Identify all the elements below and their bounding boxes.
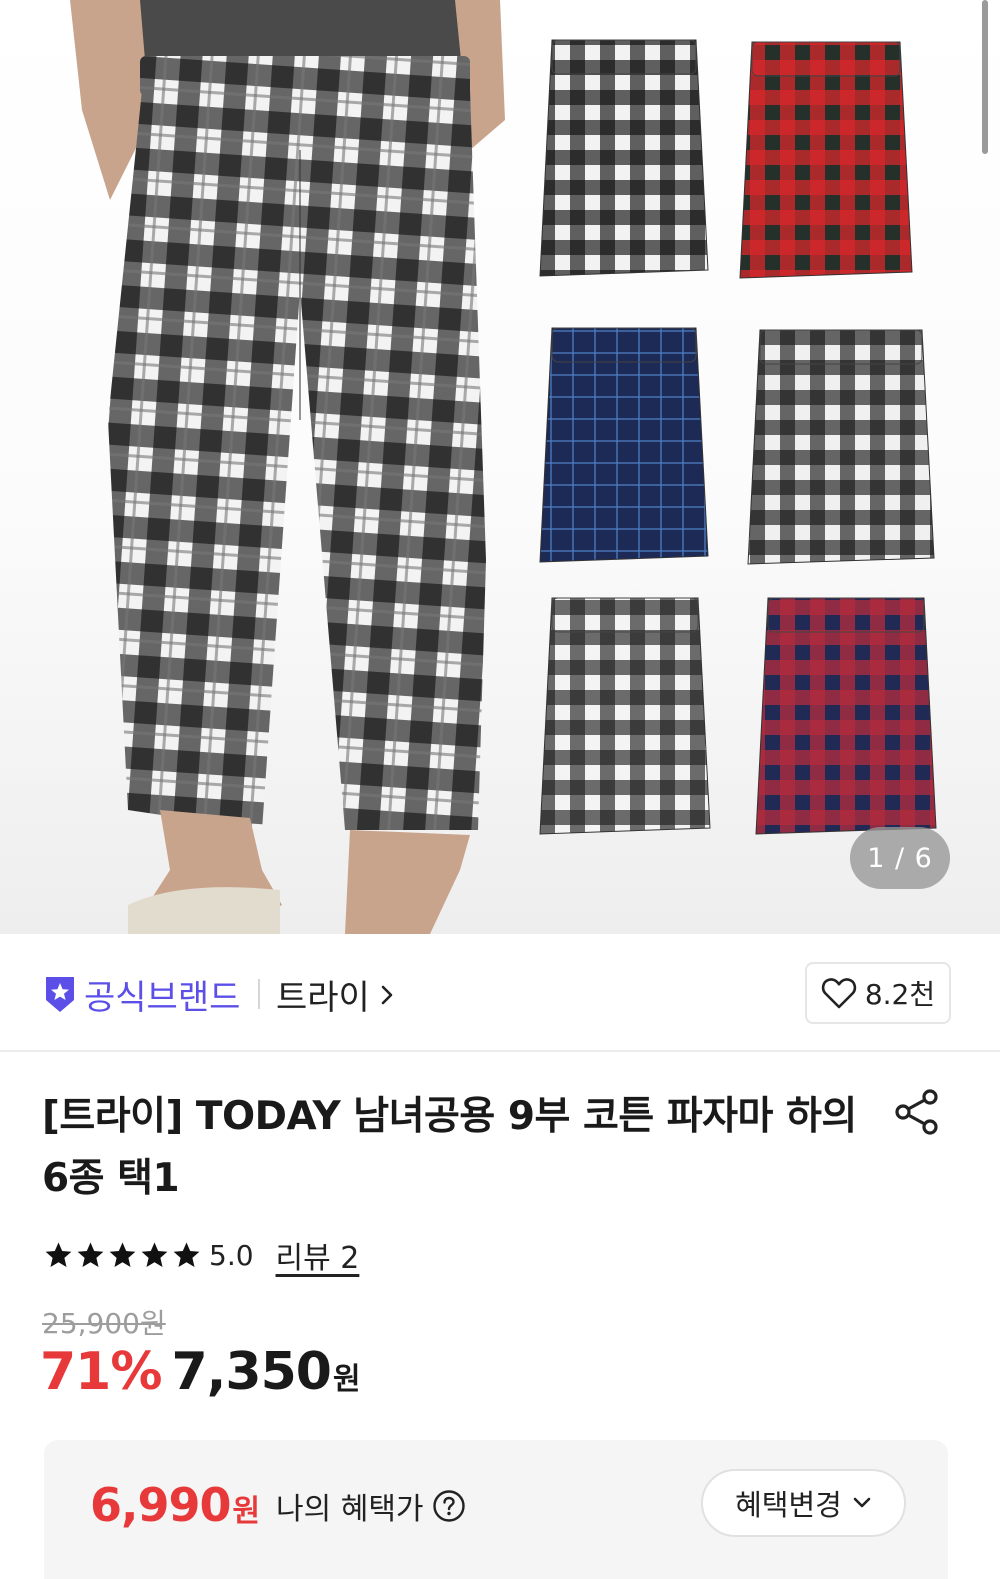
product-title: [트라이] TODAY 남녀공용 9부 코튼 파자마 하의 6종 택1 — [42, 1094, 857, 1201]
change-benefit-button[interactable]: 혜택변경 — [701, 1469, 906, 1537]
help-icon[interactable] — [432, 1489, 466, 1523]
review-count-link[interactable]: 리뷰 2 — [276, 1233, 360, 1277]
product-image-gallery[interactable]: 1 / 6 — [0, 0, 1000, 934]
star-icon — [173, 1242, 200, 1267]
chevron-right-icon — [381, 985, 393, 1004]
original-price: 25,900원 — [42, 1307, 166, 1340]
benefit-price-group: 6,990 원 — [90, 1478, 260, 1532]
currency-unit: 원 — [332, 1362, 361, 1397]
like-button[interactable]: 8.2천 — [805, 962, 951, 1024]
share-icon[interactable] — [893, 1088, 941, 1136]
rating-stars — [44, 1241, 201, 1270]
variant-thumbnail-grey-white-check — [539, 597, 711, 835]
star-icon — [109, 1242, 136, 1267]
variant-thumbnail-navy-red-tartan — [755, 597, 937, 835]
official-brand-badge-icon — [46, 977, 74, 1012]
variant-thumbnail-navy-blue-check — [539, 327, 709, 563]
my-benefit-box: 6,990 원 나의 혜택가 혜택변경 — [44, 1440, 948, 1579]
benefit-label-group[interactable]: 나의 혜택가 — [276, 1484, 466, 1528]
benefit-label: 나의 혜택가 — [276, 1492, 424, 1527]
heart-icon — [821, 978, 857, 1009]
divider — [258, 979, 260, 1009]
store-name: 트라이 — [276, 978, 370, 1018]
rating-row: 5.0 리뷰 2 — [44, 1233, 360, 1277]
store-link[interactable]: 트라이 — [276, 970, 396, 1019]
like-count: 8.2천 — [864, 978, 936, 1011]
benefit-price: 6,990 — [90, 1478, 232, 1532]
chevron-down-icon — [853, 1497, 871, 1508]
price-row: 71% 7,350 원 — [40, 1342, 361, 1402]
rating-score: 5.0 — [209, 1238, 254, 1272]
star-icon — [45, 1242, 72, 1267]
sale-price: 7,350 — [171, 1342, 331, 1402]
star-icon — [141, 1242, 168, 1267]
scrollbar[interactable] — [982, 0, 988, 154]
variant-thumbnail-green-red-tartan — [739, 41, 913, 279]
official-brand-label[interactable]: 공식브랜드 — [84, 970, 240, 1019]
change-benefit-label: 혜택변경 — [735, 1488, 842, 1522]
variant-thumbnail-black-white-check — [539, 39, 709, 277]
star-icon — [77, 1242, 104, 1267]
image-page-indicator: 1 / 6 — [850, 827, 950, 889]
benefit-currency: 원 — [232, 1494, 261, 1529]
discount-rate: 71% — [40, 1342, 162, 1402]
product-photo — [70, 0, 937, 934]
variant-thumbnail-black-white-red-check — [747, 329, 935, 565]
